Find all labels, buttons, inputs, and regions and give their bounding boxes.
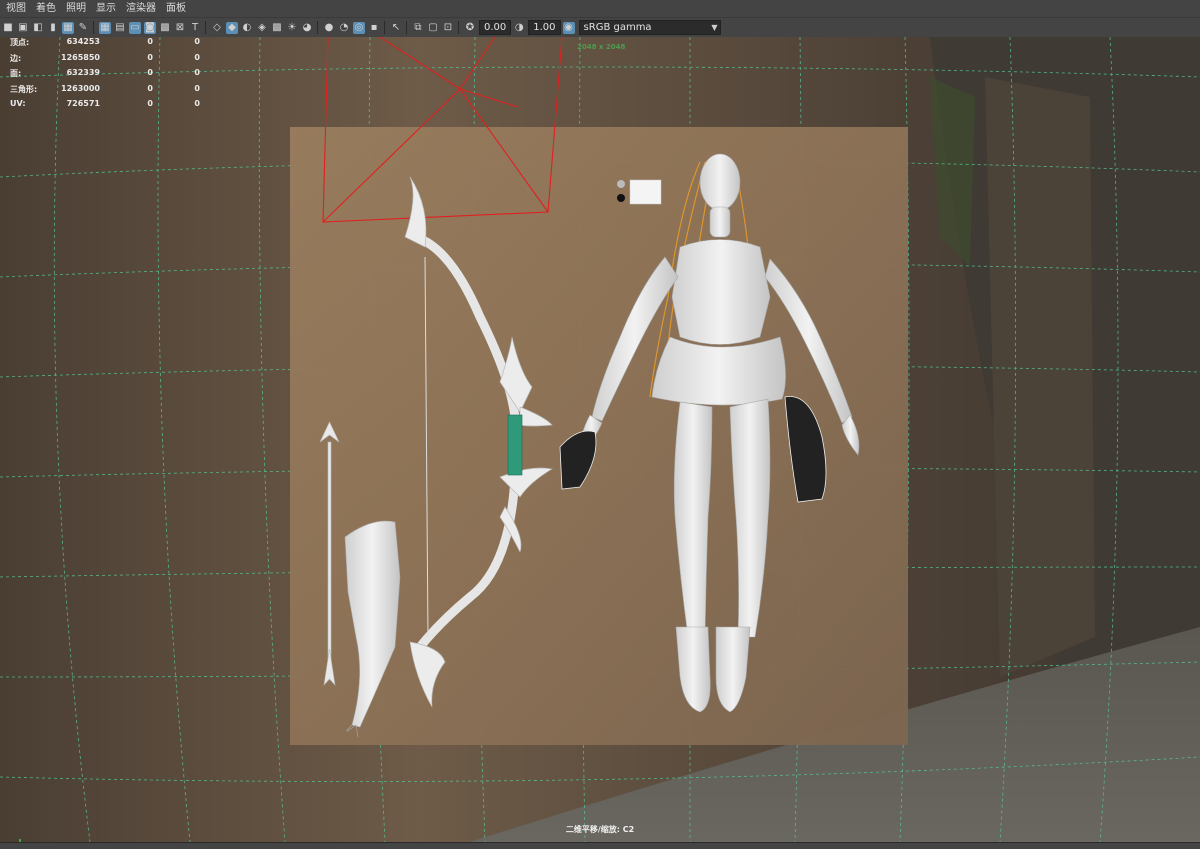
camera-lock-icon[interactable]: ◧ <box>32 22 44 34</box>
menu-show[interactable]: 显示 <box>96 0 116 17</box>
ambient-occlusion-icon[interactable]: ● <box>323 22 335 34</box>
color-space-dropdown[interactable]: sRGB gamma ▼ <box>578 20 721 35</box>
hud-row-vertices: 顶点: 634253 0 0 <box>10 37 200 47</box>
light-ball-icon <box>617 180 625 188</box>
resolution-gate-icon[interactable]: ▭ <box>129 21 141 34</box>
menu-renderer[interactable]: 渲染器 <box>126 0 156 17</box>
camera-icon[interactable]: ■ <box>2 22 14 34</box>
shadows-icon[interactable]: ◕ <box>301 22 313 34</box>
film-gate-icon[interactable]: ▤ <box>114 22 126 34</box>
axis-gizmo-icon <box>19 839 21 842</box>
toolbar-separator <box>93 21 94 34</box>
safe-action-icon[interactable]: ⊠ <box>174 22 186 34</box>
menu-bar: 视图 着色 照明 显示 渲染器 面板 <box>0 0 1200 17</box>
menu-view[interactable]: 视图 <box>6 0 26 17</box>
wireframe-icon[interactable]: ◇ <box>211 22 223 34</box>
image-plane-icon[interactable]: ▦ <box>62 21 74 34</box>
camera-attr-icon[interactable]: ▣ <box>17 22 29 34</box>
pillar <box>985 77 1095 677</box>
toolbar-separator <box>205 21 206 34</box>
brush-icon[interactable]: ✎ <box>77 22 89 34</box>
menu-lighting[interactable]: 照明 <box>66 0 86 17</box>
bookmark-icon[interactable]: ▮ <box>47 22 59 34</box>
resolution-label: 2048 x 2048 <box>577 43 626 51</box>
bow-grip <box>507 414 523 476</box>
viewport-scene <box>0 37 1200 842</box>
pan-zoom-icon[interactable]: ⧉ <box>412 22 424 34</box>
dark-ball-icon <box>617 194 625 202</box>
default-material-icon[interactable]: ◐ <box>241 22 253 34</box>
lights-icon[interactable]: ☀ <box>286 22 298 34</box>
menu-panels[interactable]: 面板 <box>166 0 186 17</box>
grease-pencil-icon[interactable]: ▢ <box>427 22 439 34</box>
toolbar-separator <box>406 21 407 34</box>
hud-poly-count: 顶点: 634253 0 0 边: 1265850 0 0 面: 632339 … <box>10 37 200 115</box>
motion-blur-icon[interactable]: ◔ <box>338 22 350 34</box>
toolbar-separator <box>384 21 385 34</box>
isolate-icon[interactable]: ▪ <box>368 22 380 34</box>
gamma-icon[interactable]: ◑ <box>513 22 525 34</box>
antialias-icon[interactable]: ◎ <box>353 21 365 34</box>
pan-zoom-hud: 二维平移/缩放: C2 <box>565 825 635 834</box>
xray-icon[interactable]: ◈ <box>256 22 268 34</box>
select-icon[interactable]: ↖ <box>390 22 402 34</box>
exposure-field[interactable]: 0.00 <box>479 20 512 35</box>
hud-row-faces: 面: 632339 0 0 <box>10 68 200 79</box>
wireframe-on-shaded-icon[interactable]: ▩ <box>271 22 283 34</box>
viewport[interactable]: 顶点: 634253 0 0 边: 1265850 0 0 面: 632339 … <box>0 37 1200 842</box>
hud-row-uvs: UV: 726571 0 0 <box>10 99 200 109</box>
chevron-down-icon: ▼ <box>711 23 718 32</box>
light-swatch <box>629 179 662 205</box>
hud-row-triangles: 三角形: 1263000 0 0 <box>10 83 200 94</box>
toolbar-separator <box>317 21 318 34</box>
grid-icon[interactable]: ▦ <box>99 21 111 34</box>
smooth-shade-icon[interactable]: ◆ <box>226 21 238 34</box>
exposure-icon[interactable]: ✪ <box>464 22 476 34</box>
gamma-field[interactable]: 1.00 <box>528 20 561 35</box>
panel-toolbar: ■ ▣ ◧ ▮ ▦ ✎ ▦ ▤ ▭ ◙ ▩ ⊠ T ◇ ◆ ◐ ◈ ▩ ☀ ◕ … <box>0 17 1200 38</box>
frame-icon[interactable]: ⊡ <box>442 22 454 34</box>
gate-mask-icon[interactable]: ◙ <box>144 21 156 34</box>
color-space-value: sRGB gamma <box>583 22 652 33</box>
field-chart-icon[interactable]: ▩ <box>159 22 171 34</box>
menu-shading[interactable]: 着色 <box>36 0 56 17</box>
color-management-icon[interactable]: ◉ <box>562 21 575 34</box>
toolbar-separator <box>458 21 459 34</box>
hud-row-edges: 边: 1265850 0 0 <box>10 52 200 63</box>
safe-title-icon[interactable]: T <box>189 22 201 34</box>
